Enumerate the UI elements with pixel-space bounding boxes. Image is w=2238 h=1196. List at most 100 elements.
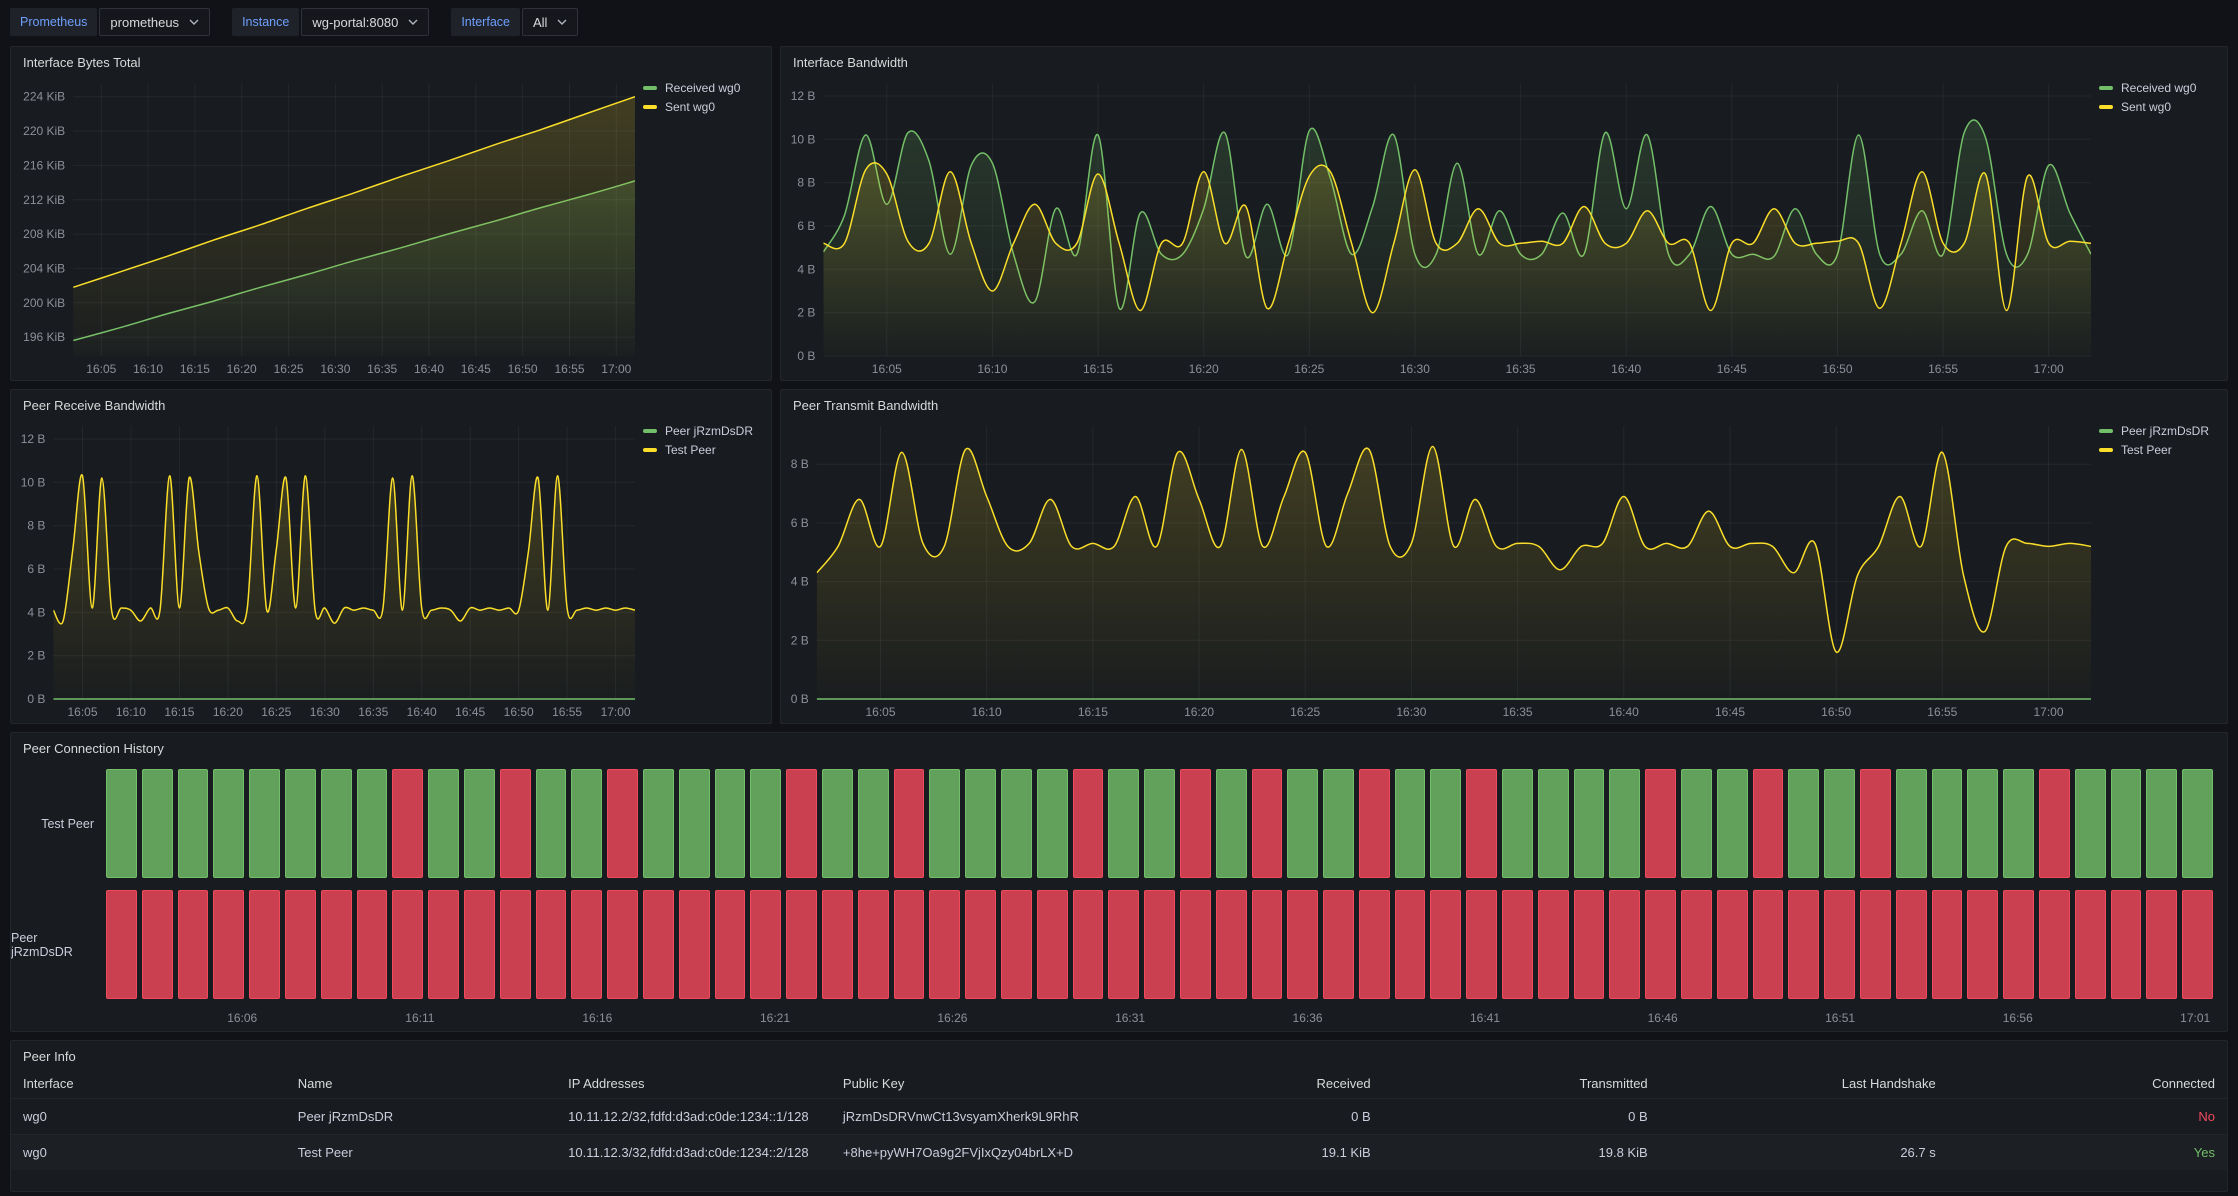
- status-bar-disconnected[interactable]: [786, 890, 817, 999]
- status-bar-disconnected[interactable]: [786, 769, 817, 878]
- status-bar-disconnected[interactable]: [1001, 890, 1032, 999]
- column-header-name[interactable]: Name: [286, 1067, 556, 1099]
- panel-title[interactable]: Peer Connection History: [11, 733, 2227, 759]
- status-bar-connected[interactable]: [965, 769, 996, 878]
- status-bar-disconnected[interactable]: [464, 890, 495, 999]
- status-bar-disconnected[interactable]: [178, 890, 209, 999]
- status-bar-connected[interactable]: [2182, 769, 2213, 878]
- status-bar-connected[interactable]: [2003, 769, 2034, 878]
- status-bar-disconnected[interactable]: [1073, 890, 1104, 999]
- status-bar-connected[interactable]: [536, 769, 567, 878]
- status-bar-disconnected[interactable]: [965, 890, 996, 999]
- status-bar-disconnected[interactable]: [1538, 890, 1569, 999]
- status-bar-connected[interactable]: [643, 769, 674, 878]
- status-bar-disconnected[interactable]: [249, 890, 280, 999]
- status-bar-connected[interactable]: [1896, 769, 1927, 878]
- status-bar-connected[interactable]: [249, 769, 280, 878]
- variable-label-instance[interactable]: Instance: [232, 8, 299, 36]
- peer-receive-bandwidth-chart[interactable]: 0 B2 B4 B6 B8 B10 B12 B16:0516:1016:1516…: [11, 416, 643, 723]
- status-bar-disconnected[interactable]: [392, 769, 423, 878]
- status-bar-connected[interactable]: [1538, 769, 1569, 878]
- status-bar-connected[interactable]: [321, 769, 352, 878]
- status-bar-connected[interactable]: [1037, 769, 1068, 878]
- status-bar-disconnected[interactable]: [822, 890, 853, 999]
- status-bar-disconnected[interactable]: [1108, 890, 1139, 999]
- status-bar-disconnected[interactable]: [1967, 890, 1998, 999]
- variable-label-interface[interactable]: Interface: [451, 8, 520, 36]
- status-bar-disconnected[interactable]: [929, 890, 960, 999]
- status-bar-disconnected[interactable]: [715, 890, 746, 999]
- status-bar-disconnected[interactable]: [321, 890, 352, 999]
- status-bar-disconnected[interactable]: [2003, 890, 2034, 999]
- status-bar-disconnected[interactable]: [428, 890, 459, 999]
- status-bar-connected[interactable]: [2075, 769, 2106, 878]
- status-bar-disconnected[interactable]: [643, 890, 674, 999]
- status-bar-connected[interactable]: [1932, 769, 1963, 878]
- legend-item-test-peer[interactable]: Test Peer: [2099, 443, 2217, 457]
- status-bar-connected[interactable]: [1502, 769, 1533, 878]
- panel-title[interactable]: Peer Receive Bandwidth: [11, 390, 771, 416]
- status-bar-connected[interactable]: [1108, 769, 1139, 878]
- status-bar-disconnected[interactable]: [2075, 890, 2106, 999]
- legend-item-received-wg0[interactable]: Received wg0: [643, 81, 761, 95]
- status-bar-connected[interactable]: [106, 769, 137, 878]
- status-bar-disconnected[interactable]: [1609, 890, 1640, 999]
- status-bar-disconnected[interactable]: [285, 890, 316, 999]
- status-bar-connected[interactable]: [1717, 769, 1748, 878]
- interface-bytes-total-chart[interactable]: 196 KiB200 KiB204 KiB208 KiB212 KiB216 K…: [11, 73, 643, 380]
- panel-title[interactable]: Interface Bytes Total: [11, 47, 771, 73]
- status-bar-disconnected[interactable]: [1824, 890, 1855, 999]
- status-bar-connected[interactable]: [142, 769, 173, 878]
- status-bar-disconnected[interactable]: [1466, 769, 1497, 878]
- status-bar-connected[interactable]: [2146, 769, 2177, 878]
- column-header-transmitted[interactable]: Transmitted: [1383, 1067, 1660, 1099]
- status-bar-disconnected[interactable]: [1180, 890, 1211, 999]
- status-bar-disconnected[interactable]: [1753, 890, 1784, 999]
- status-bar-connected[interactable]: [1681, 769, 1712, 878]
- status-bar-connected[interactable]: [715, 769, 746, 878]
- column-header-received[interactable]: Received: [1110, 1067, 1383, 1099]
- status-bar-disconnected[interactable]: [1932, 890, 1963, 999]
- status-bar-disconnected[interactable]: [357, 890, 388, 999]
- status-bar-disconnected[interactable]: [1180, 769, 1211, 878]
- status-bar-disconnected[interactable]: [500, 769, 531, 878]
- column-header-public-key[interactable]: Public Key: [831, 1067, 1110, 1099]
- column-header-last-handshake[interactable]: Last Handshake: [1660, 1067, 1948, 1099]
- status-bar-disconnected[interactable]: [858, 890, 889, 999]
- status-bar-connected[interactable]: [1001, 769, 1032, 878]
- variable-label-datasource[interactable]: Prometheus: [10, 8, 97, 36]
- status-bar-connected[interactable]: [213, 769, 244, 878]
- panel-title[interactable]: Peer Transmit Bandwidth: [781, 390, 2227, 416]
- status-bar-disconnected[interactable]: [1753, 769, 1784, 878]
- column-header-ip-addresses[interactable]: IP Addresses: [556, 1067, 831, 1099]
- status-bar-disconnected[interactable]: [607, 890, 638, 999]
- status-bar-connected[interactable]: [1788, 769, 1819, 878]
- status-bar-disconnected[interactable]: [1574, 890, 1605, 999]
- status-bar-disconnected[interactable]: [1073, 769, 1104, 878]
- status-bar-connected[interactable]: [1574, 769, 1605, 878]
- status-bar-connected[interactable]: [1144, 769, 1175, 878]
- panel-title[interactable]: Interface Bandwidth: [781, 47, 2227, 73]
- status-bar-disconnected[interactable]: [1359, 769, 1390, 878]
- status-bar-disconnected[interactable]: [750, 890, 781, 999]
- status-bar-connected[interactable]: [285, 769, 316, 878]
- status-bar-connected[interactable]: [357, 769, 388, 878]
- status-bar-disconnected[interactable]: [2039, 890, 2070, 999]
- status-bar-connected[interactable]: [1395, 769, 1426, 878]
- status-bar-disconnected[interactable]: [1144, 890, 1175, 999]
- status-bar-connected[interactable]: [822, 769, 853, 878]
- status-bar-disconnected[interactable]: [571, 890, 602, 999]
- status-bar-disconnected[interactable]: [1645, 769, 1676, 878]
- status-bar-connected[interactable]: [1609, 769, 1640, 878]
- legend-item-test-peer[interactable]: Test Peer: [643, 443, 761, 457]
- status-bar-disconnected[interactable]: [392, 890, 423, 999]
- legend-item-sent-wg0[interactable]: Sent wg0: [2099, 100, 2217, 114]
- status-bar-disconnected[interactable]: [679, 890, 710, 999]
- status-bar-disconnected[interactable]: [1252, 769, 1283, 878]
- variable-select-datasource[interactable]: prometheus: [99, 8, 210, 36]
- status-bar-connected[interactable]: [1430, 769, 1461, 878]
- status-bar-disconnected[interactable]: [2039, 769, 2070, 878]
- column-header-connected[interactable]: Connected: [1948, 1067, 2227, 1099]
- status-bar-disconnected[interactable]: [1645, 890, 1676, 999]
- status-bar-disconnected[interactable]: [213, 890, 244, 999]
